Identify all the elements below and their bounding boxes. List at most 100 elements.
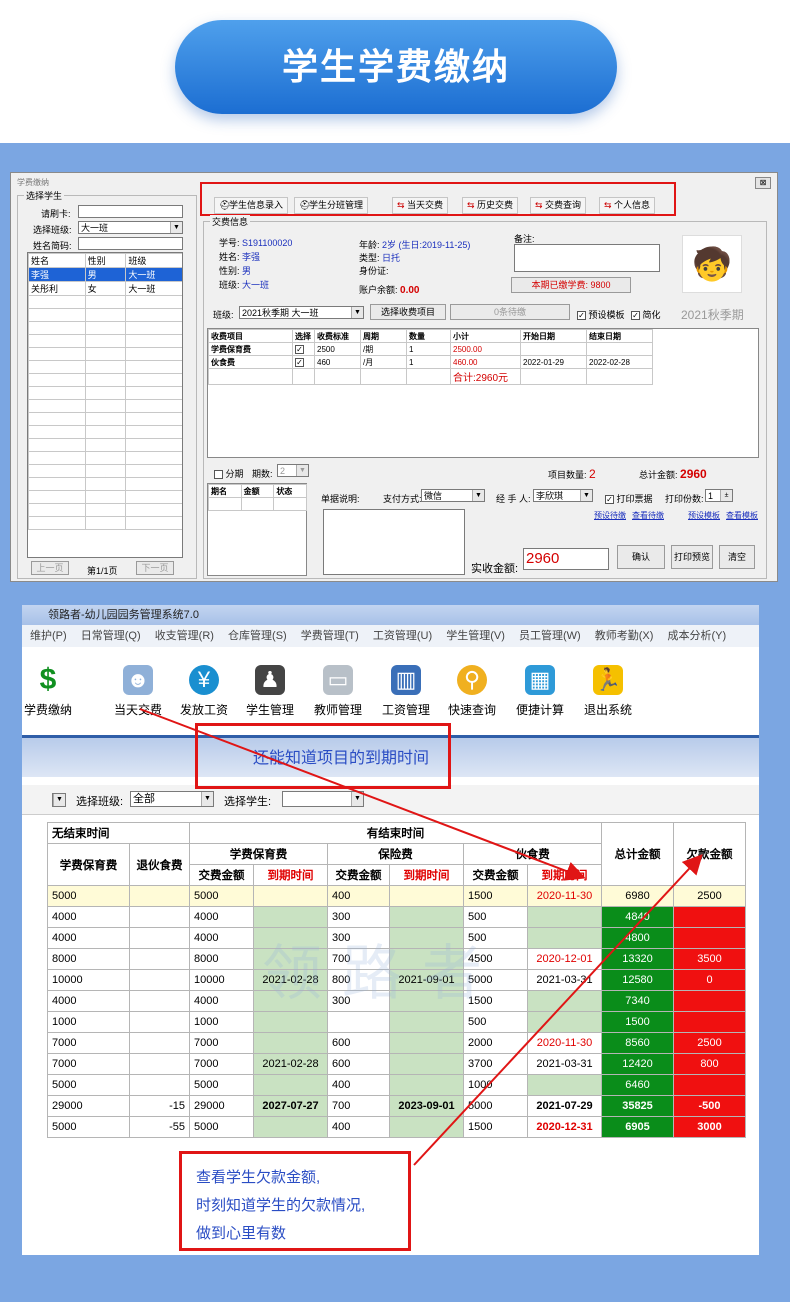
list-item[interactable]: 关彤利 女 大一班: [28, 281, 182, 296]
close-button[interactable]: ⊠: [755, 177, 771, 189]
table-row[interactable]: 伙食费 ✓ 460 /月 1 460.00 2022-01-29 2022-02…: [208, 355, 653, 369]
prev-page-button[interactable]: 上一页: [31, 561, 69, 575]
list-header-class[interactable]: 班级: [125, 253, 182, 268]
quick-query-tool[interactable]: ⚲ 快速查询: [448, 665, 496, 718]
view-pending-link[interactable]: 查看待缴: [632, 510, 664, 521]
calculator-tool[interactable]: ▦ 便捷计算: [516, 665, 564, 718]
student-manage-tool[interactable]: ♟ 学生管理: [246, 665, 294, 718]
student-filter-select[interactable]: ▼: [282, 791, 364, 807]
menu-item[interactable]: 仓库管理(S): [228, 630, 287, 642]
chevron-down-icon[interactable]: ▼: [201, 792, 213, 806]
fee-header[interactable]: 选择: [292, 329, 315, 343]
menu-item[interactable]: 工资管理(U): [373, 630, 432, 642]
select-items-button[interactable]: 选择收费项目: [370, 304, 446, 320]
card-input[interactable]: [78, 205, 183, 218]
inst-header[interactable]: 状态: [273, 484, 307, 498]
sub-amount[interactable]: 交费金额: [189, 864, 254, 886]
name-code-input[interactable]: [78, 237, 183, 250]
preset-pending-link[interactable]: 预设待缴: [594, 510, 626, 521]
fee-items-grid[interactable]: 收费项目 选择 收费标准 周期 数量 小计 开始日期 结束日期 学费保育费 ✓ …: [207, 328, 759, 458]
handler-select[interactable]: 李欣琪 ▼: [533, 489, 593, 502]
menu-item[interactable]: 学费管理(T): [301, 630, 359, 642]
view-template-link[interactable]: 查看模板: [726, 510, 758, 521]
student-list[interactable]: 姓名 性别 班级 李强 男 大一班 关彤利 女 大一班: [27, 252, 183, 558]
next-page-button[interactable]: 下一页: [136, 561, 174, 575]
simplify-checkbox[interactable]: ✓ 简化: [631, 308, 661, 321]
remark-input[interactable]: [514, 244, 660, 272]
fee-header[interactable]: 收费标准: [314, 329, 361, 343]
table-row[interactable]: 1000 1000 500 1500: [47, 1011, 746, 1033]
print-checkbox[interactable]: ✓ 打印票据: [605, 492, 653, 505]
fee-start[interactable]: [520, 342, 587, 356]
personal-info-button[interactable]: ⇆ 个人信息: [599, 197, 656, 214]
table-row[interactable]: 5000 5000 400 1000 6460: [47, 1074, 746, 1096]
sub-due[interactable]: 到期时间: [389, 864, 464, 886]
copies-stepper[interactable]: 1 ±: [705, 489, 733, 502]
preset-template-link[interactable]: 预设模板: [688, 510, 720, 521]
menu-item[interactable]: 维护(P): [30, 630, 67, 642]
table-row[interactable]: 5000 5000 400 1500 2020-11-30 6980 2500: [47, 885, 746, 907]
tuition-payment-tool[interactable]: $ 学费缴纳: [24, 665, 72, 718]
menu-item[interactable]: 员工管理(W): [519, 630, 581, 642]
menu-item[interactable]: 收支管理(R): [155, 630, 214, 642]
today-payment-button[interactable]: ⇆ 当天交费: [392, 197, 449, 214]
col-refund[interactable]: 退伙食费: [129, 843, 190, 886]
filter-dropdown[interactable]: ▼: [52, 793, 66, 807]
paid-amount-button[interactable]: 本期已缴学费: 9800: [511, 277, 631, 293]
term-select[interactable]: 2021秋季期 大一班 ▼: [239, 306, 364, 319]
payment-query-button[interactable]: ⇆ 交费查询: [530, 197, 587, 214]
fee-qty[interactable]: 1: [406, 355, 451, 369]
col-tuition[interactable]: 学费保育费: [47, 843, 130, 886]
sub-amount[interactable]: 交费金额: [463, 864, 528, 886]
salary-tool[interactable]: ¥ 发放工资: [180, 665, 228, 718]
inst-header[interactable]: 金额: [240, 484, 275, 498]
class-select[interactable]: 大一班 ▼: [78, 221, 183, 234]
remark2-input[interactable]: [323, 509, 465, 575]
fee-header[interactable]: 收费项目: [208, 329, 293, 343]
history-payment-button[interactable]: ⇆ 历史交费: [462, 197, 519, 214]
table-row[interactable]: 7000 7000 600 2000 2020-11-30 8560 2500: [47, 1032, 746, 1054]
sub-amount[interactable]: 交费金额: [327, 864, 390, 886]
pending-button[interactable]: 0条待缴: [450, 304, 570, 320]
table-row[interactable]: 学费保育费 ✓ 2500 /期 1 2500.00: [208, 342, 653, 356]
wage-manage-tool[interactable]: ▥ 工资管理: [382, 665, 430, 718]
sub-due[interactable]: 到期时间: [527, 864, 602, 886]
class-manage-button[interactable]: ⛑学生分班管理: [294, 197, 369, 214]
periods-select[interactable]: 2 ▼: [277, 464, 309, 477]
fee-start[interactable]: 2022-01-29: [520, 355, 587, 369]
menu-item[interactable]: 日常管理(Q): [81, 630, 141, 642]
fee-end[interactable]: [586, 342, 653, 356]
today-payment-tool[interactable]: ☻ 当天交费: [114, 665, 162, 718]
chevron-down-icon[interactable]: ▼: [472, 490, 484, 501]
list-header-gender[interactable]: 性别: [84, 253, 127, 268]
menu-item[interactable]: 教师考勤(X): [595, 630, 654, 642]
fee-checkbox[interactable]: ✓: [292, 342, 315, 356]
col-total[interactable]: 总计金额: [601, 822, 674, 886]
fee-header[interactable]: 周期: [360, 329, 407, 343]
clear-button[interactable]: 清空: [719, 545, 755, 569]
actual-amount-input[interactable]: 2960: [523, 548, 609, 570]
fee-standard[interactable]: 460: [314, 355, 361, 369]
fee-qty[interactable]: 1: [406, 342, 451, 356]
chevron-down-icon[interactable]: ▼: [53, 794, 65, 806]
confirm-button[interactable]: 确认: [617, 545, 665, 569]
fee-end[interactable]: 2022-02-28: [586, 355, 653, 369]
table-row[interactable]: 5000 -55 5000 400 1500 2020-12-31 6905 3000: [47, 1116, 746, 1138]
preset-checkbox[interactable]: ✓ 预设模板: [577, 308, 625, 321]
chevron-down-icon[interactable]: ▼: [580, 490, 592, 501]
inst-header[interactable]: 期名: [208, 484, 242, 498]
class-filter-select[interactable]: 全部 ▼: [130, 791, 214, 807]
installment-grid[interactable]: 期名 金额 状态: [207, 483, 307, 576]
fee-header[interactable]: 结束日期: [586, 329, 653, 343]
chevron-down-icon[interactable]: ▼: [351, 307, 363, 318]
list-header-name[interactable]: 姓名: [28, 253, 86, 268]
menu-item[interactable]: 成本分析(Y): [667, 630, 726, 642]
chevron-down-icon[interactable]: ▼: [170, 222, 182, 233]
chevron-down-icon[interactable]: ▼: [296, 465, 308, 476]
exit-tool[interactable]: 🏃 退出系统: [584, 665, 632, 718]
student-info-button[interactable]: ⛑学生信息录入: [214, 197, 289, 214]
teacher-manage-tool[interactable]: ▭ 教师管理: [314, 665, 362, 718]
chevron-down-icon[interactable]: ▼: [351, 792, 363, 806]
pay-method-select[interactable]: 微信 ▼: [421, 489, 485, 502]
col-owe[interactable]: 欠款金额: [673, 822, 746, 886]
